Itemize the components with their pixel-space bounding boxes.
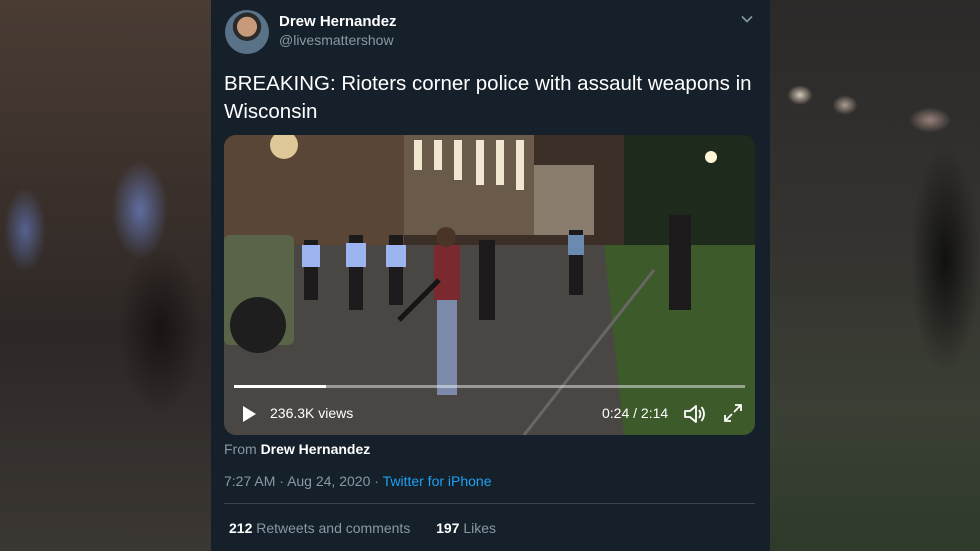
play-icon[interactable] [240,405,258,423]
tweet-card: Drew Hernandez @livesmattershow BREAKING… [211,0,770,551]
retweets-count: 212 [229,520,253,536]
volume-icon[interactable] [683,403,707,425]
blurred-background-right [770,0,980,551]
tweet-stats: 212 Retweets and comments 197 Likes [229,520,496,536]
from-author-link[interactable]: Drew Hernandez [261,441,371,457]
retweets-stat[interactable]: 212 Retweets and comments [229,520,414,536]
tweet-meta: 7:27 AM · Aug 24, 2020 · Twitter for iPh… [224,473,492,489]
likes-label: Likes [463,520,497,536]
video-attribution: From Drew Hernandez [224,441,370,457]
video-timecode: 0:24 / 2:14 [602,405,669,421]
meta-separator: · [279,473,284,489]
tweet-source-link[interactable]: Twitter for iPhone [383,473,492,489]
author-handle[interactable]: @livesmattershow [279,32,394,48]
progress-bar[interactable] [234,385,745,388]
fullscreen-icon[interactable] [723,403,743,423]
progress-fill [234,385,326,388]
tweet-text: BREAKING: Rioters corner police with ass… [224,72,752,123]
video-frame [224,135,755,435]
likes-stat[interactable]: 197 Likes [436,520,496,536]
divider [224,503,755,504]
blurred-background-left [0,0,211,551]
likes-count: 197 [436,520,460,536]
meta-separator-2: · [374,473,379,489]
view-count: 236.3K views [270,405,354,421]
tweet-date[interactable]: Aug 24, 2020 [287,473,370,489]
tweet-time[interactable]: 7:27 AM [224,473,275,489]
author-name[interactable]: Drew Hernandez [279,13,397,30]
avatar[interactable] [225,10,269,54]
video-player[interactable]: 236.3K views 0:24 / 2:14 [224,135,755,435]
retweets-label: Retweets and comments [256,520,411,536]
chevron-down-icon[interactable] [740,12,754,26]
from-prefix: From [224,441,257,457]
